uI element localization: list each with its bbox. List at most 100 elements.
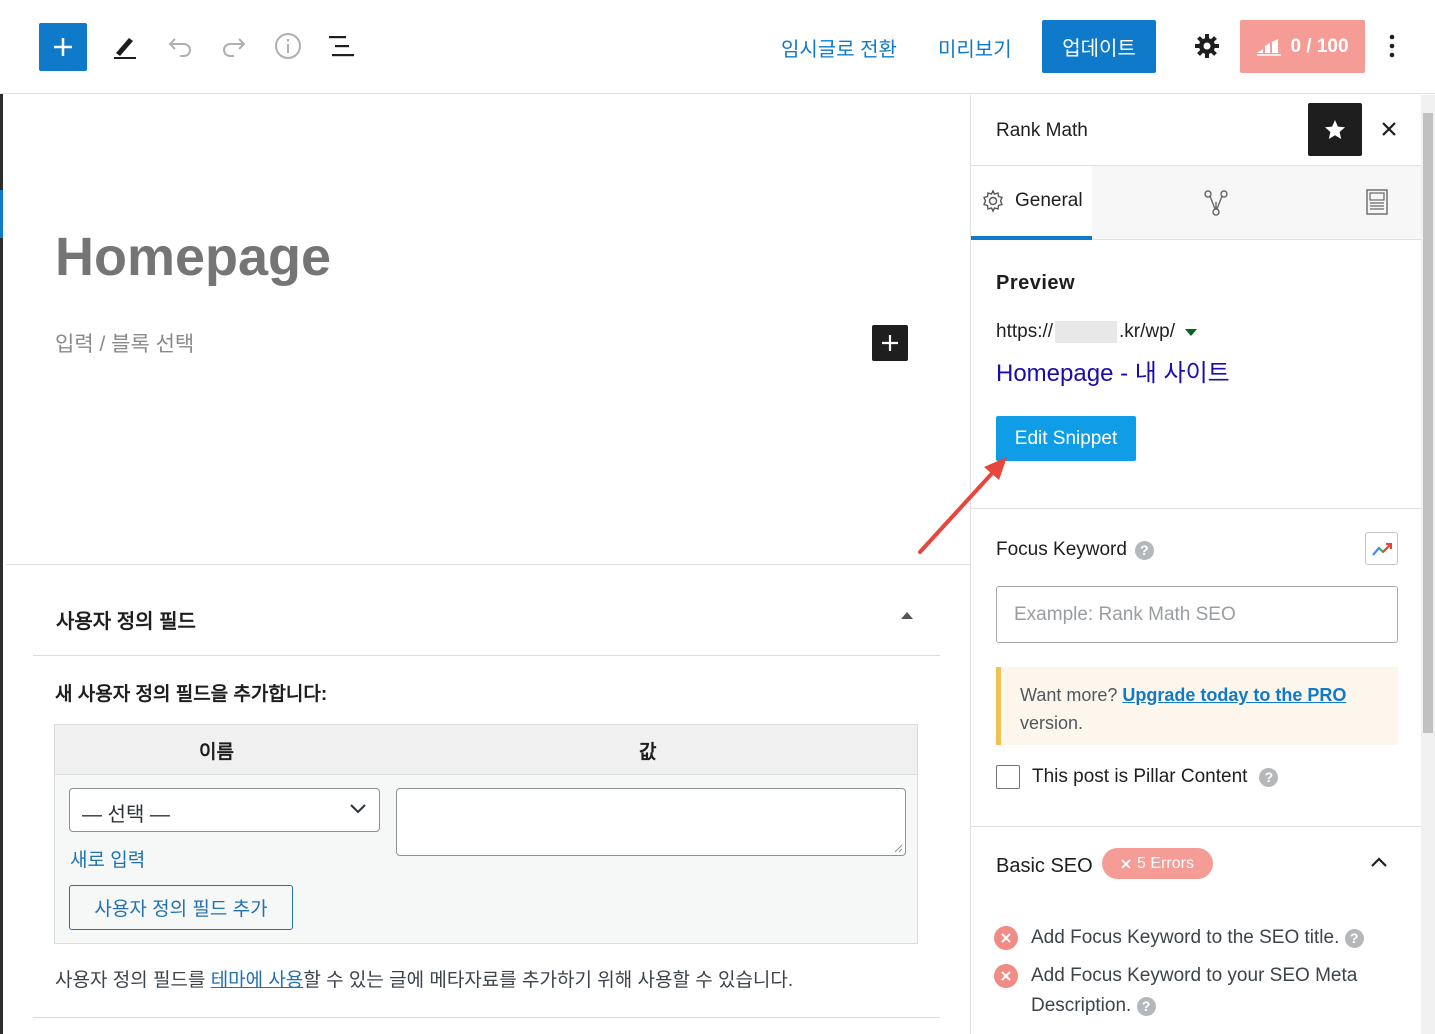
bottom-divider xyxy=(33,1017,940,1018)
help-icon[interactable]: ? xyxy=(1344,928,1364,948)
tab-general[interactable]: General xyxy=(971,166,1092,240)
preview-snippet-title[interactable]: Homepage - 내 사이트 xyxy=(996,353,1230,388)
seo-check-text: Add Focus Keyword to your SEO Meta Descr… xyxy=(1031,961,1394,1021)
column-header-name: 이름 xyxy=(199,742,234,763)
trends-icon xyxy=(1371,542,1392,556)
custom-fields-toggle[interactable] xyxy=(899,607,915,623)
seo-check-item: Add Focus Keyword to your SEO Meta Descr… xyxy=(994,961,1394,1021)
rank-math-score-button[interactable]: 0 / 100 xyxy=(1240,20,1365,73)
keyword-trends-button[interactable] xyxy=(1365,532,1398,565)
focus-keyword-input[interactable]: Example: Rank Math SEO xyxy=(996,586,1398,643)
upgrade-pro-link[interactable]: Upgrade today to the PRO xyxy=(1122,685,1346,705)
add-custom-field-button[interactable]: 사용자 정의 필드 추가 xyxy=(69,885,293,930)
chevron-up-icon xyxy=(1371,857,1387,867)
enter-new-link[interactable]: 새로 입력 xyxy=(70,845,145,872)
resize-handle-icon xyxy=(894,844,903,853)
column-header-value: 값 xyxy=(639,742,657,763)
editor-toolbar: 임시글로 전환 미리보기 업데이트 0 / 100 xyxy=(0,0,1435,94)
custom-fields-divider xyxy=(33,655,940,656)
preview-section-title: Preview xyxy=(996,272,1076,294)
details-button[interactable] xyxy=(268,26,308,66)
redo-icon xyxy=(223,38,246,57)
edit-tool-button[interactable] xyxy=(105,26,145,66)
meta-value-textarea[interactable] xyxy=(396,788,906,856)
preview-link[interactable]: 미리보기 xyxy=(938,33,1012,62)
rank-math-logo-icon xyxy=(1257,38,1282,56)
upgrade-notice-text: Want more? xyxy=(1020,685,1123,705)
rank-math-sidebar: Rank Math General Preview https:// .kr/w… xyxy=(970,95,1435,1034)
add-block-button[interactable] xyxy=(39,23,87,71)
editor-canvas: Homepage 입력 / 블록 선택 사용자 정의 필드 새 사용자 정의 필… xyxy=(3,95,970,1034)
preview-url: https:// .kr/wp/ xyxy=(996,321,1197,343)
schema-icon xyxy=(1204,190,1228,216)
caret-up-icon xyxy=(901,612,913,619)
focus-keyword-label-text: Focus Keyword xyxy=(996,539,1127,560)
help-icon[interactable]: ? xyxy=(1259,767,1279,787)
basic-seo-toggle[interactable] xyxy=(1369,855,1389,873)
pillar-content-option: This post is Pillar Content ? xyxy=(996,765,1279,789)
section-divider xyxy=(971,508,1421,509)
plus-icon xyxy=(882,335,898,351)
pillar-content-label: This post is Pillar Content xyxy=(1032,766,1248,787)
errors-badge: 5 Errors xyxy=(1102,848,1213,879)
custom-fields-table: 이름 값 — 선택 — 새로 입력 사용자 정의 필드 추가 xyxy=(54,724,918,944)
focus-keyword-label: Focus Keyword ? xyxy=(996,539,1154,561)
plus-icon xyxy=(54,38,72,56)
upgrade-notice: Want more? Upgrade today to the PRO vers… xyxy=(996,667,1398,745)
sidebar-scrollbar[interactable] xyxy=(1421,95,1435,1034)
description-text-end: 할 수 있는 글에 메타자료를 추가하기 위해 사용할 수 있습니다. xyxy=(303,970,794,991)
switch-to-draft-link[interactable]: 임시글로 전환 xyxy=(781,33,897,62)
description-text-start: 사용자 정의 필드를 xyxy=(55,970,211,991)
use-in-theme-link[interactable]: 테마에 사용 xyxy=(211,970,304,991)
inline-add-block-button[interactable] xyxy=(872,325,908,361)
seo-check-label: Add Focus Keyword to the SEO title. xyxy=(1031,927,1340,948)
chevron-down-icon xyxy=(350,804,366,814)
list-view-icon xyxy=(329,36,354,57)
pillar-content-checkbox[interactable] xyxy=(996,765,1020,789)
seo-check-item: Add Focus Keyword to the SEO title. ? xyxy=(994,923,1394,953)
meta-box-divider xyxy=(6,564,970,565)
tab-schema[interactable] xyxy=(1201,188,1231,218)
gear-icon xyxy=(983,189,1003,213)
seo-check-label: Add Focus Keyword to your SEO Meta Descr… xyxy=(1031,965,1358,1016)
error-x-icon xyxy=(994,964,1018,988)
list-view-button[interactable] xyxy=(322,26,362,66)
tab-social[interactable] xyxy=(1365,188,1393,218)
url-dropdown-caret-icon xyxy=(1184,328,1197,336)
social-card-icon xyxy=(1366,189,1388,215)
sidebar-tabs: General xyxy=(971,165,1421,240)
undo-button[interactable] xyxy=(160,26,200,66)
edit-snippet-button[interactable]: Edit Snippet xyxy=(996,416,1136,461)
post-title[interactable]: Homepage xyxy=(55,226,331,288)
help-icon[interactable]: ? xyxy=(1134,540,1154,560)
preview-url-start: https:// xyxy=(996,321,1054,342)
sidebar-title: Rank Math xyxy=(996,120,1088,141)
upgrade-notice-suffix: version. xyxy=(1020,713,1084,733)
redacted-domain xyxy=(1055,321,1118,343)
table-header: 이름 값 xyxy=(55,725,917,775)
pencil-icon xyxy=(114,38,136,59)
block-placeholder[interactable]: 입력 / 블록 선택 xyxy=(55,328,194,358)
close-icon xyxy=(1382,122,1396,136)
meta-key-select[interactable]: — 선택 — xyxy=(69,788,380,832)
update-button[interactable]: 업데이트 xyxy=(1042,20,1156,73)
add-custom-field-label: 새 사용자 정의 필드을 추가합니다: xyxy=(55,684,328,705)
help-icon[interactable]: ? xyxy=(1136,996,1156,1016)
basic-seo-title[interactable]: Basic SEO xyxy=(996,855,1093,878)
info-icon xyxy=(275,33,301,59)
close-sidebar-button[interactable] xyxy=(1375,115,1403,143)
gear-icon xyxy=(1195,34,1219,58)
star-icon xyxy=(1325,119,1345,139)
meta-key-select-value: — 선택 — xyxy=(82,804,170,826)
scrollbar-thumb[interactable] xyxy=(1423,113,1433,733)
pin-sidebar-button[interactable] xyxy=(1308,103,1362,156)
tab-general-label: General xyxy=(1015,190,1083,211)
close-icon xyxy=(1121,858,1131,869)
redo-button[interactable] xyxy=(214,26,254,66)
custom-fields-description: 사용자 정의 필드를 테마에 사용할 수 있는 글에 메타자료를 추가하기 위해… xyxy=(55,965,793,992)
custom-fields-title: 사용자 정의 필드 xyxy=(56,611,196,633)
options-menu-button[interactable] xyxy=(1372,26,1412,66)
errors-badge-text: 5 Errors xyxy=(1137,854,1194,872)
settings-button[interactable] xyxy=(1187,26,1227,66)
undo-icon xyxy=(168,38,191,57)
